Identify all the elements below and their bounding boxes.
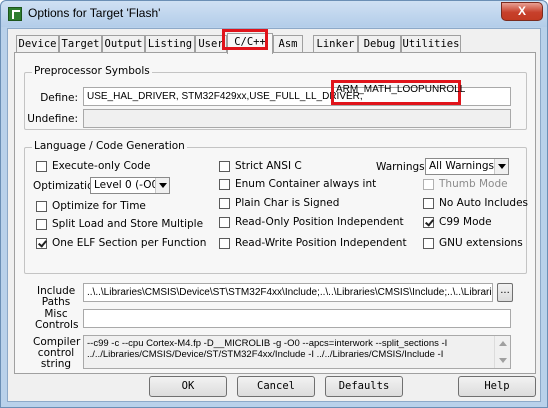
include-paths-input[interactable]: ..\..\Libraries\CMSIS\Device\ST\STM32F4x… [83, 283, 493, 302]
c99-mode-label: C99 Mode [439, 216, 492, 228]
include-label-line2: Paths [41, 296, 71, 308]
optimization-select[interactable]: Level 0 (-O0) [90, 177, 170, 194]
tab-strip: Device Target Output Listing User C/C++ … [16, 33, 536, 54]
thumb-mode-label: Thumb Mode [439, 178, 508, 190]
tab-output[interactable]: Output [102, 35, 145, 53]
c-cpp-panel: Preprocessor Symbols Define: USE_HAL_DRI… [14, 52, 536, 374]
c99-mode-box[interactable] [423, 217, 434, 228]
tab-target[interactable]: Target [59, 35, 102, 53]
optimize-time-label: Optimize for Time [52, 200, 146, 212]
compiler-scrollbar[interactable] [494, 336, 510, 368]
compiler-control-label: Compiler control string [33, 337, 80, 370]
compiler-string-line1: --c99 -c --cpu Cortex-M4.fp -D__MICROLIB… [87, 338, 448, 349]
app-icon [8, 7, 22, 21]
help-button[interactable]: Help [458, 376, 536, 397]
define-label: Define: [40, 92, 78, 104]
strict-ansi-box[interactable] [219, 161, 230, 172]
ro-position-box[interactable] [219, 217, 230, 228]
enum-container-box[interactable] [219, 179, 230, 190]
thumb-mode-box [423, 179, 434, 190]
optimization-value: Level 0 (-O0) [94, 179, 163, 191]
undefine-input[interactable] [83, 109, 511, 128]
tab-listing[interactable]: Listing [145, 35, 195, 53]
no-auto-includes-box[interactable] [423, 198, 434, 209]
compiler-label-line3: string [40, 358, 72, 370]
compiler-control-string[interactable]: --c99 -c --cpu Cortex-M4.fp -D__MICROLIB… [83, 335, 511, 369]
optimize-time-box[interactable] [36, 201, 47, 212]
tab-device[interactable]: Device [16, 35, 59, 53]
misc-label-line2: Controls [35, 319, 79, 331]
execute-only-label: Execute-only Code [52, 160, 151, 172]
execute-only-box[interactable] [36, 161, 47, 172]
window-title: Options for Target 'Flash' [28, 6, 161, 20]
ok-button[interactable]: OK [149, 376, 227, 397]
language-group-label: Language / Code Generation [32, 140, 187, 152]
strict-ansi-label: Strict ANSI C [235, 160, 302, 172]
tab-linker[interactable]: Linker [313, 35, 358, 53]
plain-char-box[interactable] [219, 198, 230, 209]
gnu-extensions-label: GNU extensions [439, 237, 523, 249]
ro-position-label: Read-Only Position Independent [235, 216, 404, 228]
one-elf-label: One ELF Section per Function [52, 237, 207, 249]
title-bar[interactable]: Options for Target 'Flash' X [1, 1, 547, 27]
cancel-button[interactable]: Cancel [237, 376, 315, 397]
options-dialog: Options for Target 'Flash' X Device Targ… [0, 0, 548, 408]
misc-controls-input[interactable] [83, 309, 511, 328]
one-elf-box[interactable] [36, 238, 47, 249]
tab-debug[interactable]: Debug [358, 35, 401, 53]
tab-asm[interactable]: Asm [273, 35, 303, 53]
warnings-value: All Warnings [429, 160, 494, 172]
compiler-string-line2: ../../Libraries/CMSIS/Device/ST/STM32F4x… [87, 349, 444, 360]
tab-utilities[interactable]: Utilities [401, 35, 461, 53]
tab-highlight-box [222, 29, 268, 50]
include-browse-button[interactable]: ... [497, 283, 513, 302]
optimization-dropdown-icon[interactable] [155, 178, 169, 193]
split-load-box[interactable] [36, 219, 47, 230]
split-load-label: Split Load and Store Multiple [52, 218, 204, 230]
warnings-dropdown-icon[interactable] [494, 159, 508, 174]
gnu-extensions-box[interactable] [423, 238, 434, 249]
plain-char-label: Plain Char is Signed [235, 197, 340, 209]
misc-controls-label: Misc Controls [35, 309, 79, 331]
dialog-client: Device Target Output Listing User C/C++ … [7, 28, 541, 402]
warnings-label: Warnings: [376, 161, 429, 173]
enum-container-label: Enum Container always int [235, 178, 377, 190]
undefine-label: Undefine: [27, 113, 78, 125]
rw-position-label: Read-Write Position Independent [235, 237, 407, 249]
include-paths-label: Include Paths [37, 286, 75, 308]
warnings-select[interactable]: All Warnings [425, 158, 509, 175]
close-button[interactable]: X [501, 2, 543, 21]
preprocessor-group-label: Preprocessor Symbols [32, 65, 152, 77]
rw-position-box[interactable] [219, 238, 230, 249]
no-auto-includes-label: No Auto Includes [439, 197, 529, 209]
defaults-button[interactable]: Defaults [325, 376, 403, 397]
define-highlighted-text: ARM_MATH_LOOPUNROLL [336, 84, 466, 95]
define-highlight-box: ARM_MATH_LOOPUNROLL [331, 80, 465, 105]
